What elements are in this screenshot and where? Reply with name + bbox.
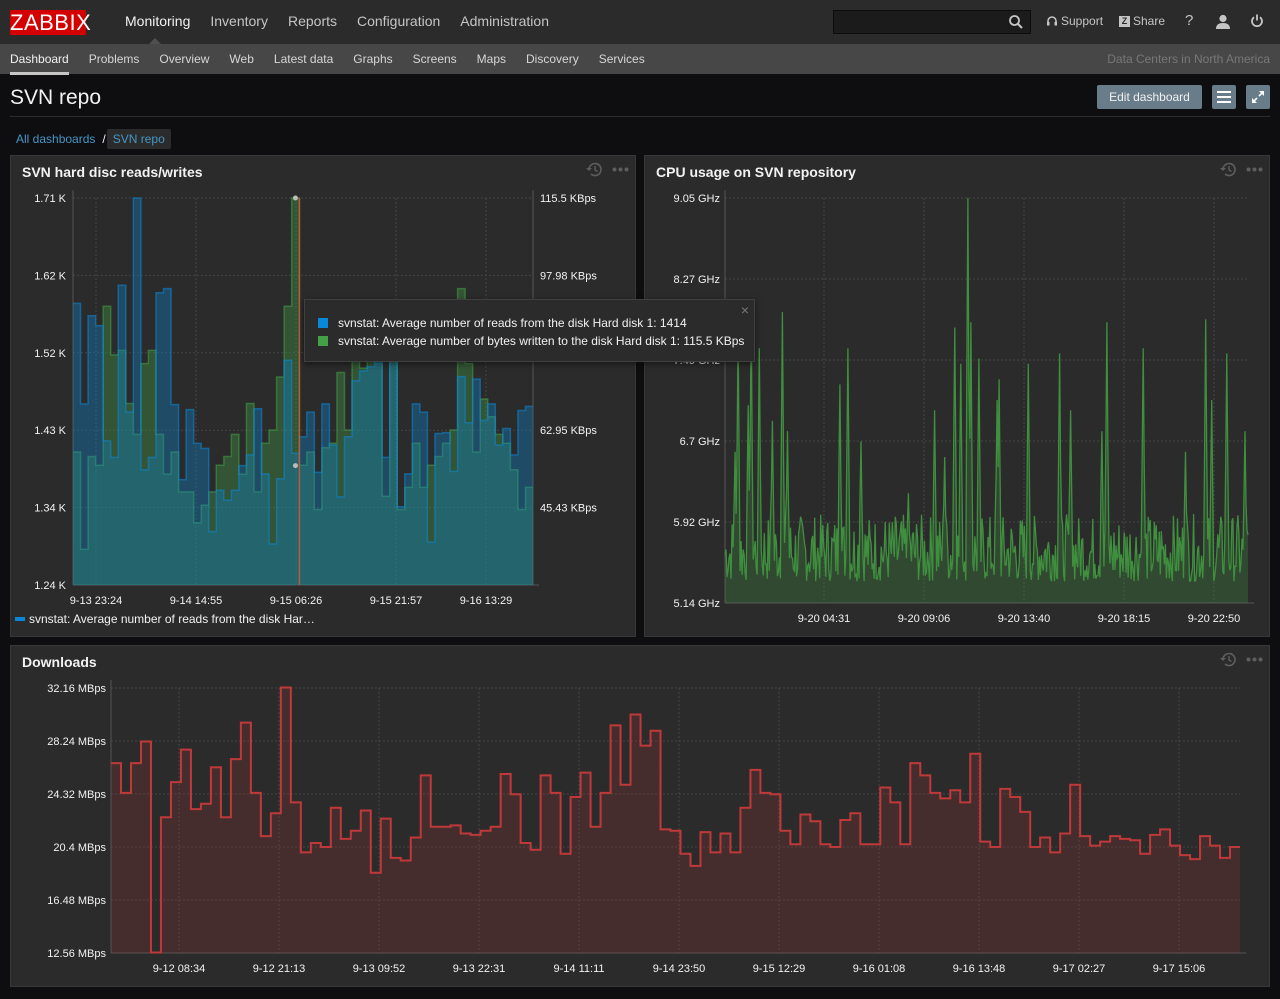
x-tick-label: 9-16 01:08	[853, 963, 906, 975]
x-tick-label: 9-15 06:26	[270, 595, 323, 607]
y-tick-label: 32.16 MBps	[47, 683, 106, 695]
y-tick-label-left: 1.24 K	[34, 580, 66, 592]
x-tick-label: 9-15 21:57	[370, 595, 423, 607]
y-tick-label: 24.32 MBps	[47, 789, 106, 801]
hintbox-swatch-reads	[318, 318, 328, 328]
y-tick-label: 16.48 MBps	[47, 895, 106, 907]
series-area-cpu	[725, 198, 1248, 603]
x-tick-label: 9-14 11:11	[554, 963, 605, 975]
downloads-chart[interactable]: 32.16 MBps 28.24 MBps 24.32 MBps 20.4 MBps 1…	[0, 640, 1280, 999]
y-tick-label: 8.27 GHz	[674, 274, 720, 286]
hintbox-row-reads: svnstat: Average number of reads from th…	[318, 316, 687, 330]
y-tick-label-left: 1.62 K	[34, 270, 66, 282]
y-tick-label-left: 1.34 K	[34, 503, 66, 515]
hintbox-row-writes: svnstat: Average number of bytes written…	[318, 334, 744, 348]
y-tick-label: 5.14 GHz	[674, 598, 720, 610]
x-tick-label: 9-17 15:06	[1153, 963, 1206, 975]
x-tick-label: 9-12 08:34	[153, 963, 206, 975]
y-tick-label: 28.24 MBps	[47, 736, 106, 748]
x-tick-label: 9-20 18:15	[1098, 613, 1151, 625]
close-icon[interactable]: ×	[741, 302, 749, 318]
x-tick-label: 9-16 13:29	[460, 595, 513, 607]
legend-label: svnstat: Average number of reads from th…	[29, 612, 315, 626]
x-tick-label: 9-13 09:52	[353, 963, 406, 975]
y-tick-label: 12.56 MBps	[47, 948, 106, 960]
x-tick-label: 9-13 22:31	[453, 963, 506, 975]
hintbox-text: svnstat: Average number of reads from th…	[338, 316, 687, 330]
hintbox-text: svnstat: Average number of bytes written…	[338, 334, 745, 348]
y-tick-label-left: 1.71 K	[34, 193, 66, 205]
x-tick-label: 9-14 14:55	[170, 595, 223, 607]
y-tick-label-right: 115.5 KBps	[540, 193, 597, 205]
y-tick-label-right: 62.95 KBps	[540, 425, 597, 437]
x-tick-label: 9-20 04:31	[798, 613, 851, 625]
legend-swatch-reads	[15, 617, 25, 621]
x-tick-label: 9-12 21:13	[253, 963, 306, 975]
y-tick-label: 5.92 GHz	[674, 517, 720, 529]
chart-legend: svnstat: Average number of reads from th…	[15, 612, 315, 626]
x-tick-label: 9-20 09:06	[898, 613, 951, 625]
y-tick-label: 6.7 GHz	[680, 436, 720, 448]
hover-point-writes	[292, 195, 298, 201]
x-tick-label: 9-14 23:50	[653, 963, 706, 975]
hintbox-swatch-writes	[318, 336, 328, 346]
x-tick-label: 9-13 23:24	[70, 595, 123, 607]
x-tick-label: 9-16 13:48	[953, 963, 1006, 975]
y-tick-label-left: 1.43 K	[34, 425, 66, 437]
y-tick-label-left: 1.52 K	[34, 348, 66, 360]
y-tick-label: 9.05 GHz	[674, 193, 720, 205]
graph-hintbox: × svnstat: Average number of reads from …	[304, 299, 755, 362]
y-tick-label-right: 97.98 KBps	[540, 270, 597, 282]
y-tick-label: 20.4 MBps	[53, 842, 106, 854]
x-tick-label: 9-20 13:40	[998, 613, 1051, 625]
y-tick-label-right: 45.43 KBps	[540, 503, 597, 515]
series-line-cpu	[724, 197, 1249, 582]
x-tick-label: 9-17 02:27	[1053, 963, 1106, 975]
x-tick-label: 9-15 12:29	[753, 963, 806, 975]
hover-point-reads	[292, 463, 298, 469]
x-tick-label: 9-20 22:50	[1188, 613, 1241, 625]
